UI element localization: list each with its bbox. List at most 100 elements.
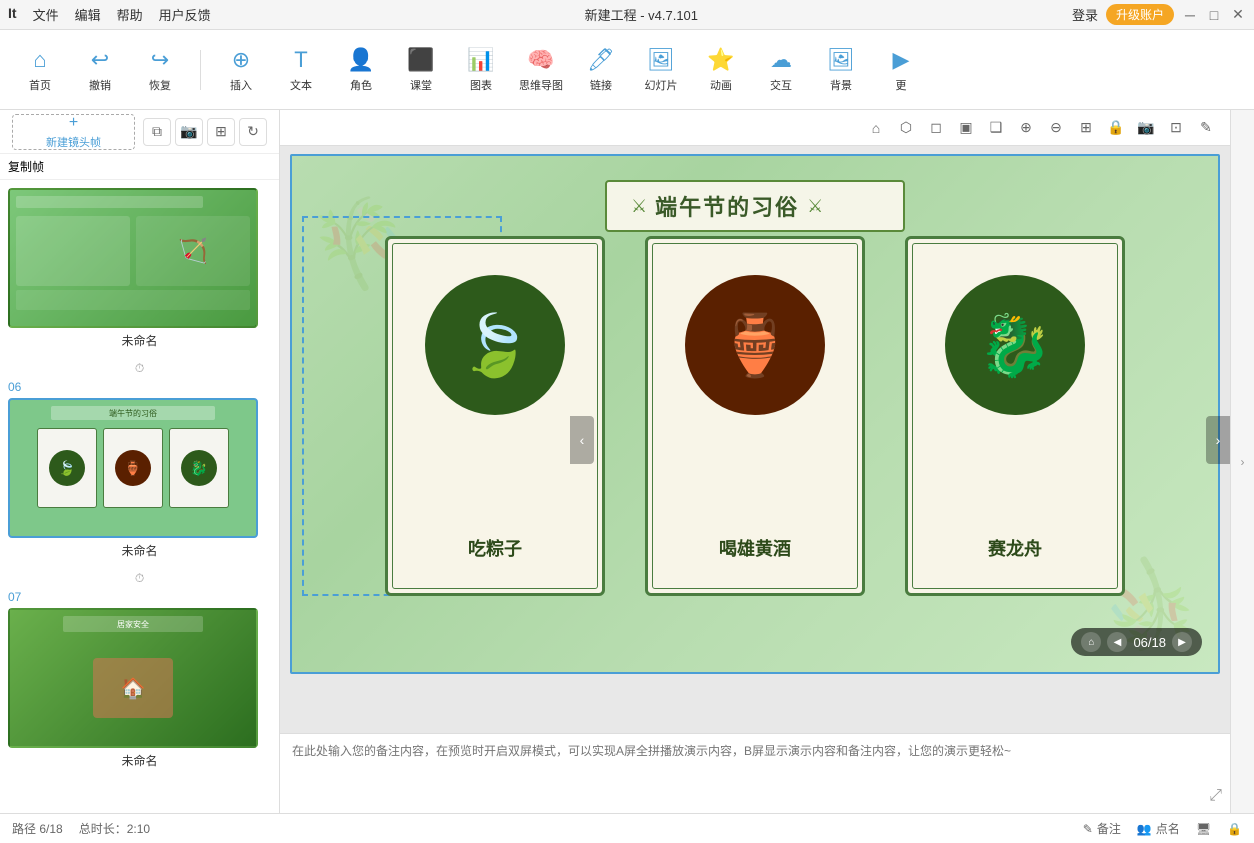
slide-divider-2: ⏱: [8, 571, 271, 586]
interactive-label: 交互: [770, 77, 792, 93]
background-button[interactable]: 🖼 背景: [813, 38, 869, 102]
text-button[interactable]: T 文本: [273, 38, 329, 102]
undo-label: 撤销: [89, 77, 111, 93]
points-button[interactable]: 👥 点名: [1137, 820, 1180, 837]
card-label-2: 喝雄黄酒: [719, 535, 791, 561]
cards-container: 🍃 吃粽子 🏺 喝雄黄酒: [325, 236, 1185, 596]
menu-edit[interactable]: 编辑: [75, 5, 101, 24]
nav-prev-button[interactable]: ‹: [570, 416, 594, 464]
shape2-button[interactable]: ◻: [924, 116, 948, 140]
close-button[interactable]: ✕: [1230, 7, 1246, 23]
copy-frame-label: 复制帧: [8, 158, 44, 175]
slide-thumb-6[interactable]: 端午节的习俗 🍃 🏺 🐉: [8, 398, 258, 538]
notes-icon: ✎: [1083, 822, 1093, 836]
home-icon: ⌂: [33, 47, 46, 73]
slide-icon: 🖼: [647, 47, 675, 73]
status-right: ✎ 备注 👥 点名 🖥 🔒: [1083, 820, 1242, 837]
canvas-area: ⌂ ⬡ ◻ ▣ ❑ ⊕ ⊖ ⊞ 🔒 📷 ⊡ ✎ 🎋 🎋: [280, 110, 1230, 813]
slide-list: 🏹 未命名 ⏱ 06 端午节的习俗: [0, 180, 279, 813]
notes-button[interactable]: ✎ 备注: [1083, 820, 1121, 837]
counter-prev-button[interactable]: ⌂: [1081, 632, 1101, 652]
slide-number-6: 06: [8, 380, 271, 394]
card-circle-1: 🍃: [425, 275, 565, 415]
notes-label: 备注: [1097, 820, 1121, 837]
path-status: 路径 6/18: [12, 820, 63, 837]
home-shape-button[interactable]: ⌂: [864, 116, 888, 140]
card-circle-2: 🏺: [685, 275, 825, 415]
link-label: 链接: [590, 77, 612, 93]
home-button[interactable]: ⌂ 首页: [12, 38, 68, 102]
panel-toolbar: + 新建镜头帧 ⧉ 📷 ⊞ ↻: [0, 110, 279, 154]
undo-button[interactable]: ↩ 撤销: [72, 38, 128, 102]
photo-button[interactable]: 📷: [1134, 116, 1158, 140]
minimize-button[interactable]: ─: [1182, 7, 1198, 23]
counter-forward-button[interactable]: ▶: [1172, 632, 1192, 652]
zoom-in-button[interactable]: ⊕: [1014, 116, 1038, 140]
zongzi-icon: 🍃: [458, 310, 533, 381]
shape1-button[interactable]: ⬡: [894, 116, 918, 140]
camera-button[interactable]: 📷: [175, 118, 203, 146]
new-frame-label: 新建镜头帧: [46, 134, 101, 150]
wine-icon: 🏺: [718, 310, 793, 381]
chart-button[interactable]: 📊 图表: [453, 38, 509, 102]
menu-help[interactable]: 帮助: [117, 5, 143, 24]
menu-file[interactable]: 文件: [33, 5, 59, 24]
title-deco-right: ⚔: [807, 196, 823, 217]
card-wine[interactable]: 🏺 喝雄黄酒: [645, 236, 865, 596]
more-label: 更: [896, 77, 907, 93]
zoom-out-button[interactable]: ⊖: [1044, 116, 1068, 140]
main-toolbar: ⌂ 首页 ↩ 撤销 ↪ 恢复 ⊕ 插入 T 文本 👤 角色 ⬛ 课堂 �: [0, 30, 1254, 110]
loop-button[interactable]: ↻: [239, 118, 267, 146]
transform-button[interactable]: ⊞: [207, 118, 235, 146]
more-button[interactable]: ▶ 更: [873, 38, 929, 102]
card-label-1: 吃粽子: [468, 535, 522, 561]
redo-label: 恢复: [149, 77, 171, 93]
canvas-toolbar: ⌂ ⬡ ◻ ▣ ❑ ⊕ ⊖ ⊞ 🔒 📷 ⊡ ✎: [280, 110, 1230, 146]
slide-thumb-7[interactable]: 居家安全 🏠: [8, 608, 258, 748]
left-panel: + 新建镜头帧 ⧉ 📷 ⊞ ↻ 复制帧: [0, 110, 280, 813]
slide-item-7: 07 居家安全 🏠 未命名: [8, 590, 271, 769]
redo-button[interactable]: ↪ 恢复: [132, 38, 188, 102]
lock-status-button[interactable]: 🔒: [1227, 820, 1242, 837]
character-icon: 👤: [347, 47, 374, 73]
new-frame-button[interactable]: + 新建镜头帧: [12, 114, 135, 150]
insert-button[interactable]: ⊕ 插入: [213, 38, 269, 102]
lock-button[interactable]: 🔒: [1104, 116, 1128, 140]
screen-icon: 🖥: [1196, 822, 1211, 836]
redo-icon: ↪: [151, 47, 169, 73]
card-boat[interactable]: 🐉 赛龙舟: [905, 236, 1125, 596]
notes-textarea[interactable]: [292, 742, 1218, 805]
login-button[interactable]: 登录: [1072, 5, 1098, 24]
shape3-button[interactable]: ▣: [954, 116, 978, 140]
link-button[interactable]: 🖊 链接: [573, 38, 629, 102]
screen-button[interactable]: 🖥: [1196, 820, 1211, 837]
upgrade-button[interactable]: 升级账户: [1106, 4, 1174, 25]
text-icon: T: [294, 47, 307, 73]
character-button[interactable]: 👤 角色: [333, 38, 389, 102]
animation-button[interactable]: ⭐ 动画: [693, 38, 749, 102]
shape4-button[interactable]: ❑: [984, 116, 1008, 140]
copy-frame-button[interactable]: ⧉: [143, 118, 171, 146]
menu-bar: It 文件 编辑 帮助 用户反馈: [8, 5, 211, 24]
mindmap-button[interactable]: 🧠 思维导图: [513, 38, 569, 102]
slide-button[interactable]: 🖼 幻灯片: [633, 38, 689, 102]
mindmap-label: 思维导图: [519, 77, 563, 93]
nav-group: ⌂ 首页 ↩ 撤销 ↪ 恢复: [12, 38, 188, 102]
right-panel-toggle[interactable]: ›: [1230, 110, 1254, 813]
align-button[interactable]: ⊞: [1074, 116, 1098, 140]
maximize-button[interactable]: □: [1206, 7, 1222, 23]
slide-thumb-5[interactable]: 🏹: [8, 188, 258, 328]
chart-icon: 📊: [467, 47, 494, 73]
classroom-button[interactable]: ⬛ 课堂: [393, 38, 449, 102]
nav-next-button[interactable]: ›: [1206, 416, 1230, 464]
expand-notes-button[interactable]: ⤢: [1209, 787, 1222, 805]
counter-back-button[interactable]: ◀: [1107, 632, 1127, 652]
interactive-button[interactable]: ☁ 交互: [753, 38, 809, 102]
card-circle-3: 🐉: [945, 275, 1085, 415]
edit-button[interactable]: ✎: [1194, 116, 1218, 140]
crop-button[interactable]: ⊡: [1164, 116, 1188, 140]
boat-icon: 🐉: [978, 310, 1053, 381]
menu-feedback[interactable]: 用户反馈: [159, 5, 211, 24]
classroom-label: 课堂: [410, 77, 432, 93]
slide-number-7: 07: [8, 590, 271, 604]
